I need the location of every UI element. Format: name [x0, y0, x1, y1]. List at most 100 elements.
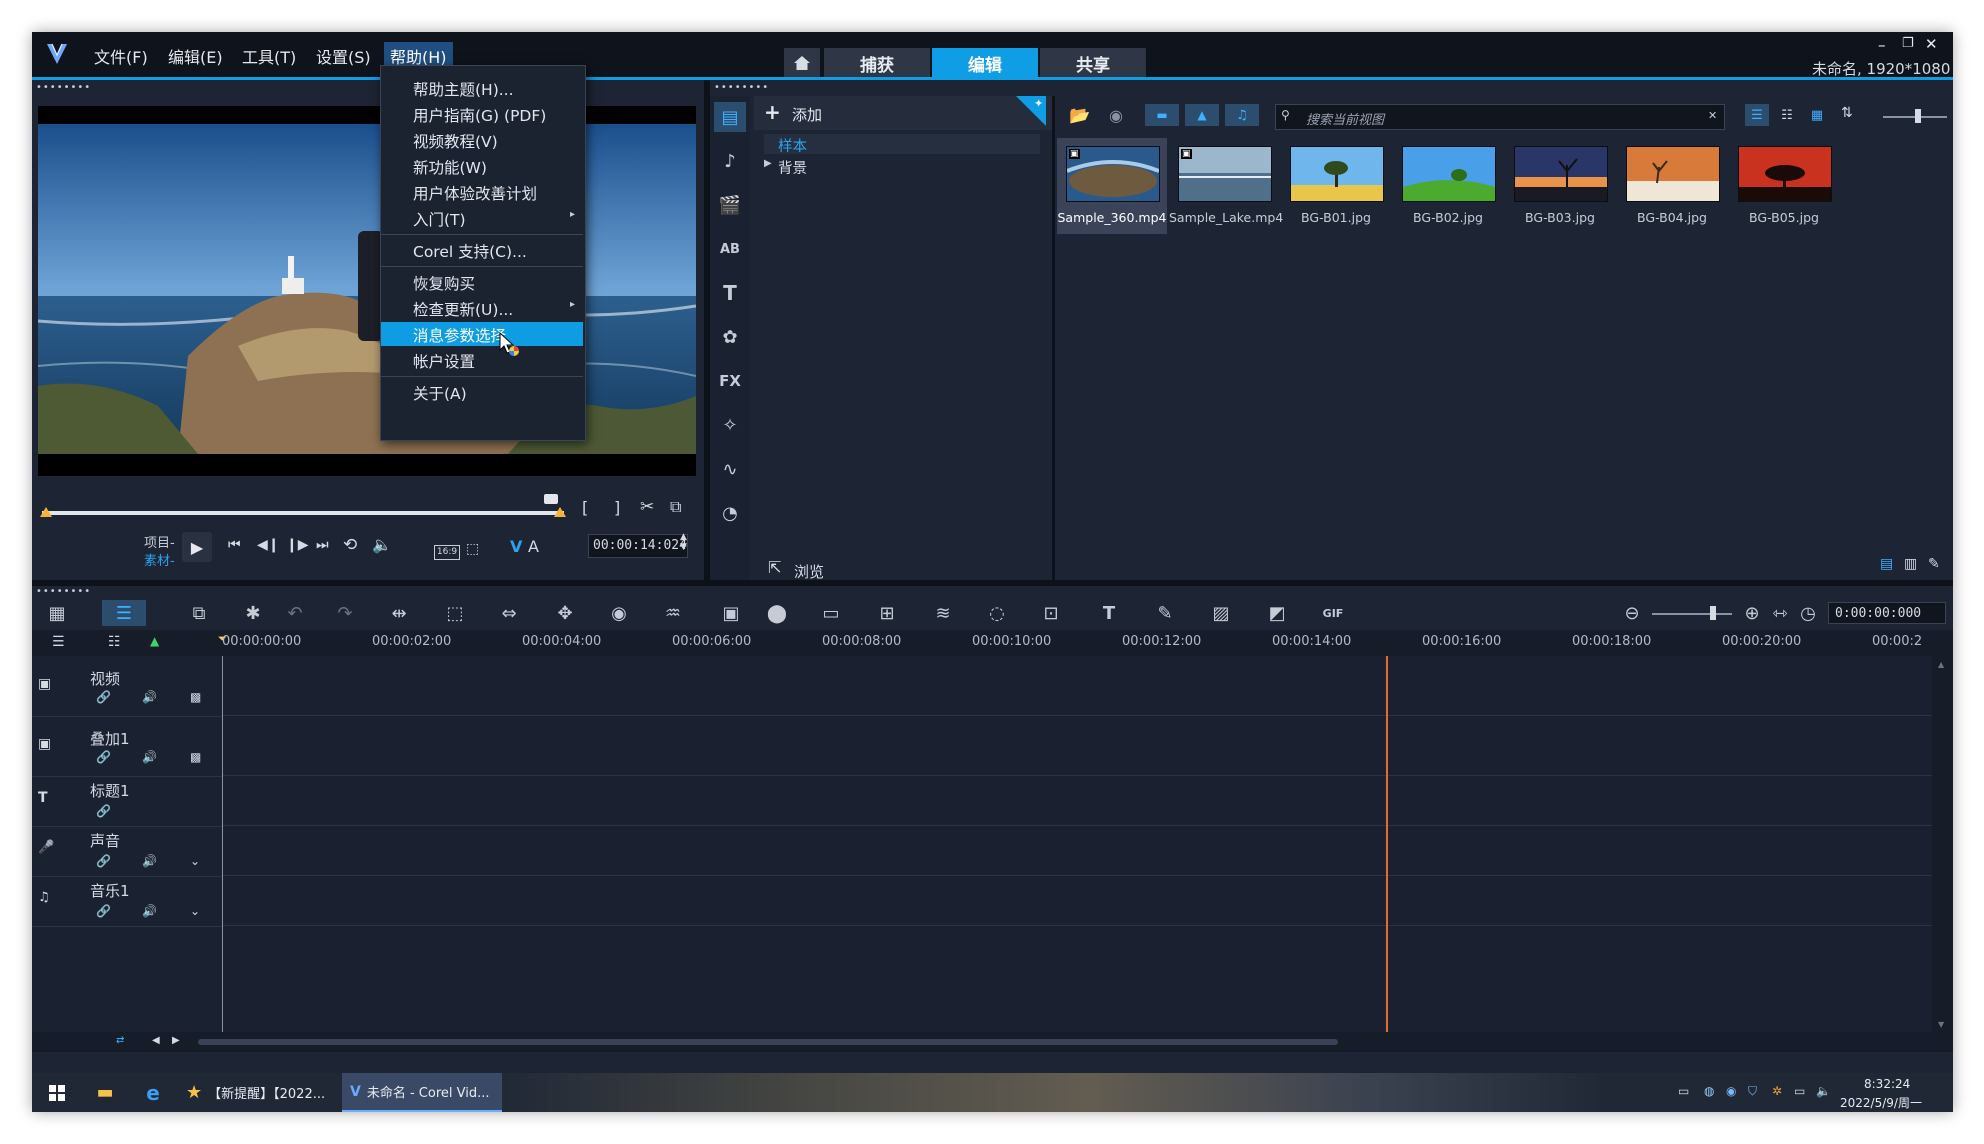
capture-icon[interactable]: ◉	[1109, 106, 1123, 125]
project-mode-label[interactable]: 项目-	[144, 532, 175, 551]
library-options-icon[interactable]: ▤	[1880, 556, 1893, 572]
split-screen-icon[interactable]: ⇔	[494, 602, 524, 624]
scroll-mode-icon[interactable]: ⇄	[116, 1035, 124, 1046]
fx-filter-icon[interactable]: FX	[714, 366, 746, 396]
filter-audio-button[interactable]: ♫	[1225, 104, 1259, 126]
list-view-button[interactable]: ☷	[1775, 104, 1799, 126]
next-frame-icon[interactable]: ❙▶	[286, 537, 309, 553]
track-name[interactable]: 标题1	[90, 780, 130, 801]
subtitle-icon[interactable]: ▭	[816, 602, 846, 624]
track-header-title[interactable]: T 标题1 🔗	[32, 776, 222, 827]
close-icon[interactable]: ✕	[1925, 35, 1938, 53]
track-grid-icon[interactable]: ▩	[190, 750, 201, 764]
speed-icon[interactable]: ≋	[928, 602, 958, 624]
title-3d-icon[interactable]: T	[1094, 602, 1124, 624]
replace-icon[interactable]: ⧉	[184, 602, 214, 624]
path-icon[interactable]: ∿	[714, 454, 746, 484]
library-grip[interactable]: ••••••••	[714, 83, 769, 93]
clip-mode-label[interactable]: 素材-	[144, 550, 175, 569]
timeline-ruler[interactable]: ⏷ 00:00:00:00 00:00:02:00 00:00:04:00 00…	[218, 630, 1953, 656]
search-input[interactable]: 搜索当前视图	[1306, 109, 1384, 128]
scrubber-head[interactable]	[544, 494, 558, 504]
clock-icon[interactable]: ◷	[1796, 602, 1820, 624]
scroll-down-icon[interactable]: ▼	[1938, 1020, 1944, 1029]
timeline-tracks[interactable]	[222, 656, 1932, 1032]
tray-shield-icon[interactable]: ⛉	[1748, 1084, 1757, 1099]
chapter-icon[interactable]: ☷	[108, 634, 121, 650]
tray-app-icon[interactable]: ✲	[1772, 1084, 1782, 1098]
timeline-view-icon[interactable]: ☰	[102, 600, 146, 626]
media-item-bg-b05[interactable]: BG-B05.jpg	[1729, 138, 1839, 234]
library-edit-icon[interactable]: ✎	[1928, 556, 1940, 572]
minimize-icon[interactable]: –	[1878, 36, 1886, 54]
menu-item-account-settings[interactable]: 帐户设置	[381, 348, 583, 372]
menu-item-video-tutorials[interactable]: 视频教程(V)	[381, 128, 583, 152]
filter-video-button[interactable]: ▬	[1145, 104, 1179, 126]
storyboard-view-icon[interactable]: ▦	[42, 602, 72, 624]
gif-icon[interactable]: GIF	[1318, 602, 1348, 624]
home-start-icon[interactable]: ⏮	[228, 537, 241, 553]
link-icon[interactable]: 🔗	[96, 750, 111, 764]
scroll-right-icon[interactable]: ▶	[172, 1035, 180, 1046]
panel-grip[interactable]: ••••••••	[36, 83, 91, 93]
link-icon[interactable]: 🔗	[96, 904, 111, 918]
menu-edit[interactable]: 编辑(E)	[168, 44, 223, 68]
clear-search-icon[interactable]: ✕	[1708, 109, 1717, 122]
mark-out-icon[interactable]: ]	[614, 498, 620, 517]
previous-frame-icon[interactable]: ◀❙	[257, 537, 280, 553]
tray-display-icon[interactable]: ▭	[1794, 1084, 1805, 1098]
sort-icon[interactable]: ⇅	[1841, 105, 1853, 121]
va-video-toggle[interactable]: V	[510, 537, 522, 556]
taskbar-app-videostudio[interactable]: V 未命名 - Corel Vid...	[342, 1073, 502, 1112]
scrub-bar[interactable]	[42, 511, 564, 515]
track-motion-icon[interactable]: ⊡	[1036, 602, 1066, 624]
media-item-bg-b01[interactable]: BG-B01.jpg	[1281, 138, 1391, 234]
media-icon[interactable]: ▤	[714, 102, 746, 132]
menu-item-check-updates[interactable]: 检查更新(U)... ▸	[381, 296, 583, 320]
scroll-up-icon[interactable]: ▲	[1938, 660, 1944, 669]
media-item-sample-lake[interactable]: ▣ Sample_Lake.mp4	[1169, 138, 1283, 234]
clock-date[interactable]: 2022/5/9/周一	[1840, 1094, 1922, 1111]
browse-button[interactable]: 浏览	[794, 561, 824, 582]
expand-track-icon[interactable]: ⌄	[190, 854, 200, 868]
menu-tools[interactable]: 工具(T)	[242, 44, 296, 68]
folder-item-backgrounds[interactable]: ▶ 背景	[764, 156, 1040, 177]
paint-icon[interactable]: ✎	[1150, 602, 1180, 624]
menu-item-whats-new[interactable]: 新功能(W)	[381, 154, 583, 178]
track-name[interactable]: 叠加1	[90, 728, 130, 749]
menu-item-message-preferences[interactable]: 消息参数选择	[381, 322, 583, 346]
ie-browser-icon[interactable]: e	[138, 1073, 168, 1112]
color-grading-icon[interactable]: ▨	[1206, 602, 1236, 624]
menu-item-corel-support[interactable]: Corel 支持(C)...	[381, 238, 583, 262]
tab-edit[interactable]: 编辑	[932, 48, 1038, 78]
menu-item-restore-purchase[interactable]: 恢复购买	[381, 270, 583, 294]
transition-icon[interactable]: AB	[714, 234, 746, 264]
search-box[interactable]: ⚲ 搜索当前视图 ✕	[1275, 104, 1725, 130]
stabilize-icon[interactable]: ◌	[982, 602, 1012, 624]
expand-track-icon[interactable]: ⌄	[190, 904, 200, 918]
add-folder-button[interactable]: 添加	[792, 104, 822, 125]
template-icon[interactable]: 🎬	[714, 190, 746, 220]
library-layout-icon[interactable]: ▥	[1904, 556, 1917, 572]
media-item-bg-b02[interactable]: BG-B02.jpg	[1393, 138, 1503, 234]
mute-icon[interactable]: 🔊	[142, 690, 157, 704]
trim-start-handle[interactable]	[40, 507, 52, 517]
media-item-bg-b04[interactable]: BG-B04.jpg	[1617, 138, 1727, 234]
mask-icon[interactable]: ⬤	[762, 602, 792, 624]
split-clip-icon[interactable]: ✂	[640, 497, 654, 517]
end-icon[interactable]: ⏭	[316, 537, 329, 553]
mute-icon[interactable]: 🔊	[142, 904, 157, 918]
timecode-spinner-icon[interactable]: ▲ ▼	[680, 532, 687, 552]
browse-icon[interactable]: ⇱	[768, 558, 781, 577]
fit-width-icon[interactable]: ⇹	[384, 602, 414, 624]
magic-wand-icon[interactable]: ✧	[714, 410, 746, 440]
link-icon[interactable]: 🔗	[96, 690, 111, 704]
folder-item-samples[interactable]: 样本	[764, 134, 1040, 155]
title-icon[interactable]: T	[714, 278, 746, 308]
tray-chat-icon[interactable]: ◉	[1726, 1084, 1736, 1098]
horizontal-splitter[interactable]	[32, 580, 1953, 586]
track-header-music[interactable]: ♫ 音乐1 🔗 🔊 ⌄	[32, 876, 222, 927]
mark-in-icon[interactable]: [	[582, 498, 588, 517]
track-name[interactable]: 音乐1	[90, 880, 130, 901]
timeline-vscrollbar[interactable]: ▲ ▼	[1932, 656, 1953, 1032]
